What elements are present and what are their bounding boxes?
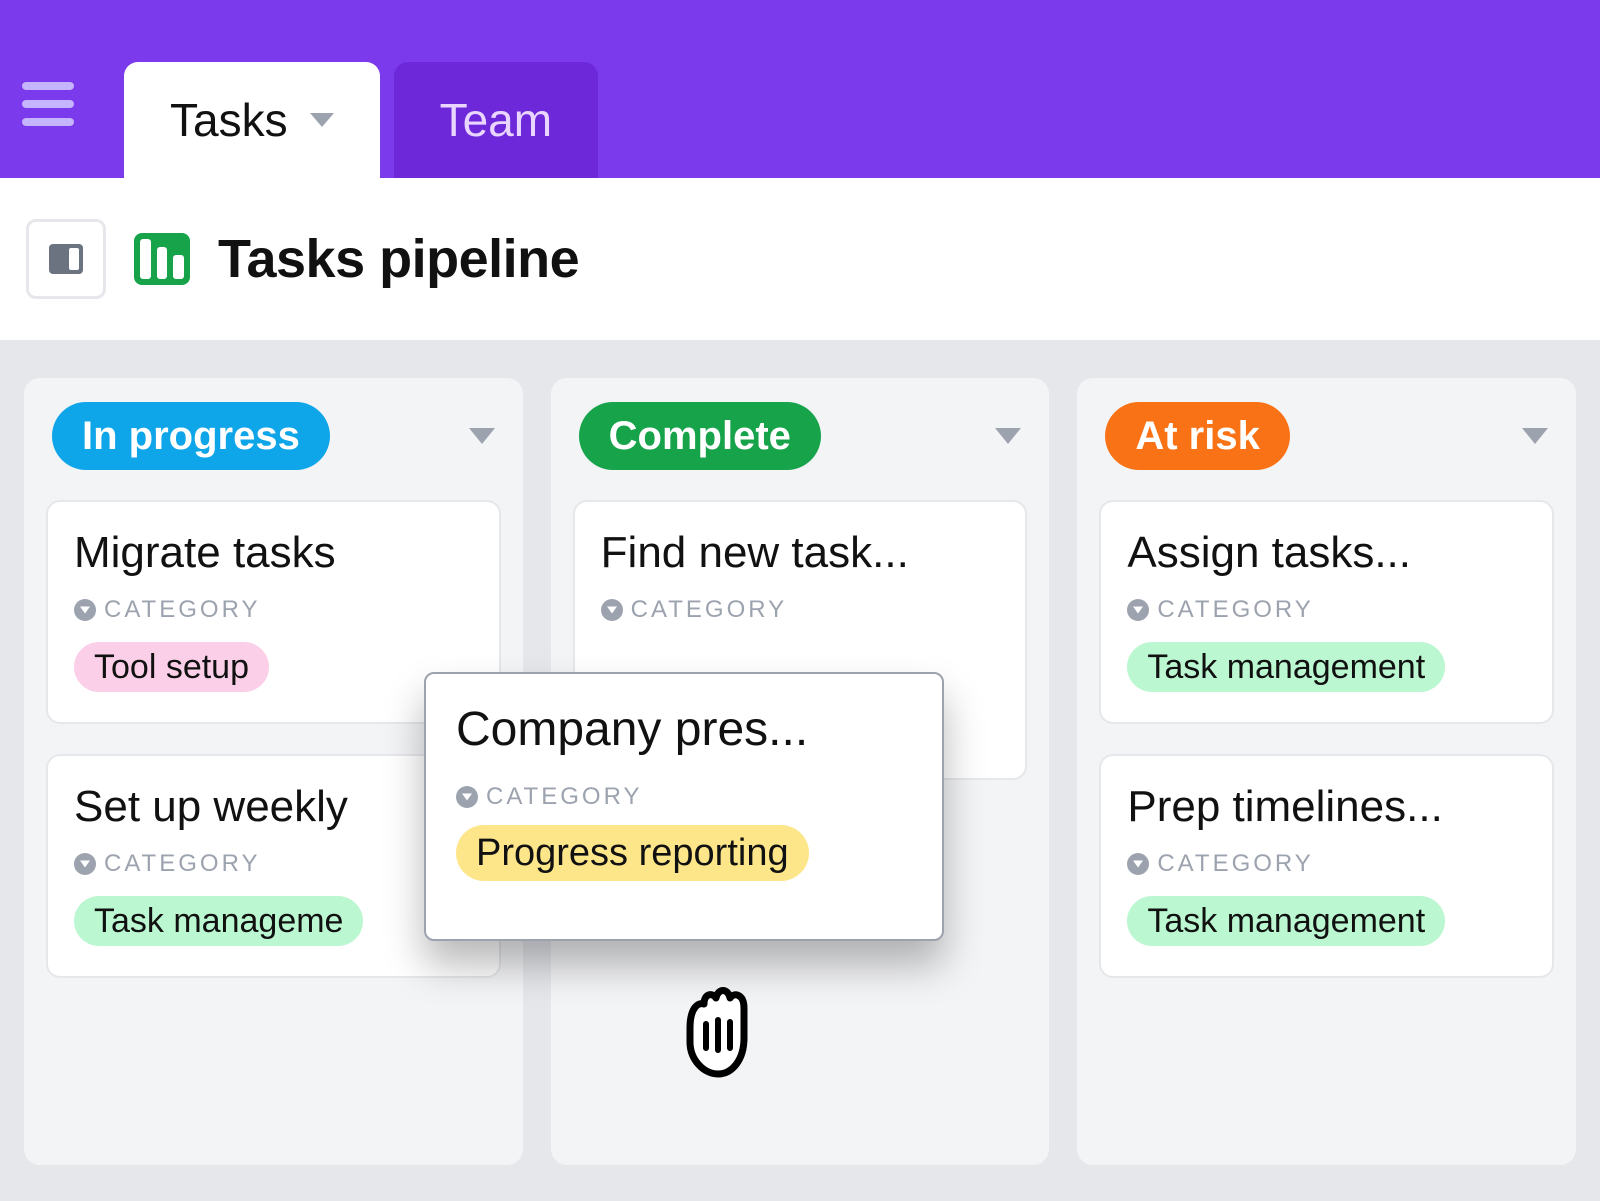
task-card[interactable]: Assign tasks... CATEGORY Task management xyxy=(1099,500,1554,724)
chevron-down-icon xyxy=(74,853,96,875)
top-nav: Tasks Team xyxy=(0,0,1600,178)
card-title: Assign tasks... xyxy=(1127,528,1526,578)
card-title: Prep timelines... xyxy=(1127,782,1526,832)
meta-label: CATEGORY xyxy=(1157,596,1313,624)
board-logo-icon xyxy=(134,233,190,285)
board-header: Tasks pipeline xyxy=(0,178,1600,342)
column-status-pill[interactable]: At risk xyxy=(1105,402,1290,470)
card-meta: CATEGORY xyxy=(74,596,473,624)
column-header: In progress xyxy=(46,402,501,470)
card-meta: CATEGORY xyxy=(456,783,912,811)
board-title: Tasks pipeline xyxy=(218,228,579,290)
panel-icon xyxy=(49,244,83,274)
card-title: Find new task... xyxy=(601,528,1000,578)
meta-label: CATEGORY xyxy=(486,783,642,811)
meta-label: CATEGORY xyxy=(104,596,260,624)
card-meta: CATEGORY xyxy=(601,596,1000,624)
card-tag[interactable]: Task manageme xyxy=(74,896,363,946)
card-meta: CATEGORY xyxy=(1127,850,1526,878)
view-toggle-button[interactable] xyxy=(26,219,106,299)
kanban-board: In progress Migrate tasks CATEGORY Tool … xyxy=(0,342,1600,1201)
chevron-down-icon[interactable] xyxy=(310,113,334,127)
card-tag[interactable]: Progress reporting xyxy=(456,825,809,881)
card-meta: CATEGORY xyxy=(1127,596,1526,624)
column-menu-icon[interactable] xyxy=(1522,428,1548,444)
card-title: Company pres... xyxy=(456,702,912,757)
menu-icon[interactable] xyxy=(22,74,82,134)
column-header: At risk xyxy=(1099,402,1554,470)
task-card[interactable]: Prep timelines... CATEGORY Task manageme… xyxy=(1099,754,1554,978)
chevron-down-icon xyxy=(1127,853,1149,875)
column-status-pill[interactable]: In progress xyxy=(52,402,330,470)
chevron-down-icon xyxy=(1127,599,1149,621)
card-tag[interactable]: Tool setup xyxy=(74,642,269,692)
tab-label: Team xyxy=(440,93,552,147)
chevron-down-icon xyxy=(601,599,623,621)
card-tag[interactable]: Task management xyxy=(1127,896,1445,946)
column-header: Complete xyxy=(573,402,1028,470)
column-status-pill[interactable]: Complete xyxy=(579,402,821,470)
chevron-down-icon xyxy=(74,599,96,621)
column-menu-icon[interactable] xyxy=(469,428,495,444)
card-tag[interactable]: Task management xyxy=(1127,642,1445,692)
card-meta: CATEGORY xyxy=(74,850,473,878)
chevron-down-icon xyxy=(456,786,478,808)
meta-label: CATEGORY xyxy=(631,596,787,624)
tab-tasks[interactable]: Tasks xyxy=(124,62,380,178)
dragging-card[interactable]: Company pres... CATEGORY Progress report… xyxy=(424,672,944,941)
column-at-risk: At risk Assign tasks... CATEGORY Task ma… xyxy=(1075,376,1578,1167)
meta-label: CATEGORY xyxy=(104,850,260,878)
card-title: Set up weekly xyxy=(74,782,473,832)
column-menu-icon[interactable] xyxy=(995,428,1021,444)
tab-team[interactable]: Team xyxy=(394,62,598,178)
meta-label: CATEGORY xyxy=(1157,850,1313,878)
card-title: Migrate tasks xyxy=(74,528,473,578)
tab-label: Tasks xyxy=(170,93,288,147)
